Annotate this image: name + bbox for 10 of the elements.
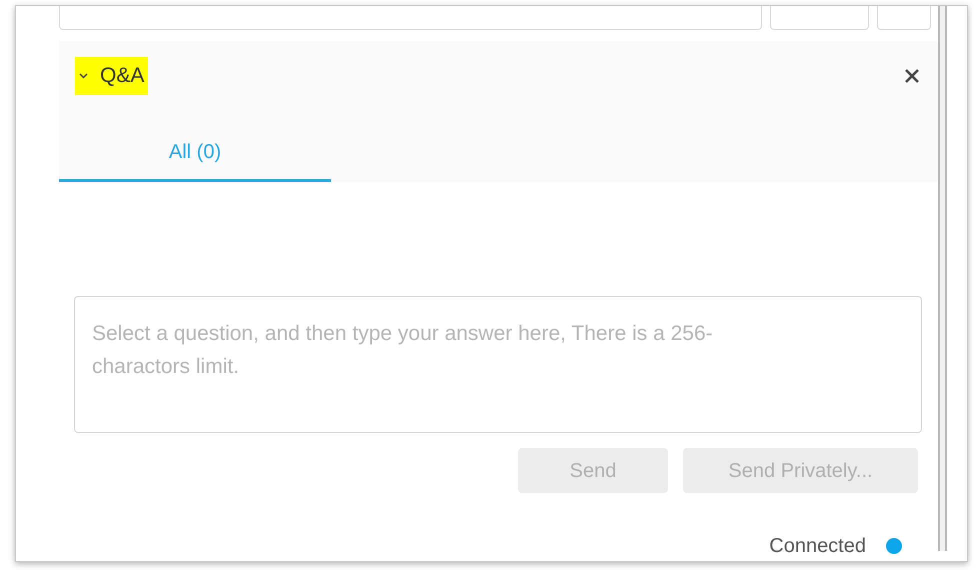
input-field[interactable] — [59, 6, 762, 30]
status-text: Connected — [769, 534, 866, 559]
tab[interactable]: All (0) — [59, 124, 331, 182]
toolbar-button[interactable] — [877, 6, 931, 30]
answer-field[interactable]: Select a question, and then type your answer here, There is a 256-charactors limit. — [74, 296, 922, 433]
close-icon[interactable] — [904, 68, 920, 84]
chevron-icon — [79, 72, 88, 79]
scrollbar[interactable] — [938, 6, 947, 551]
collapse-toggle[interactable]: Q&A — [75, 56, 148, 95]
toolbar-button[interactable] — [770, 6, 869, 30]
